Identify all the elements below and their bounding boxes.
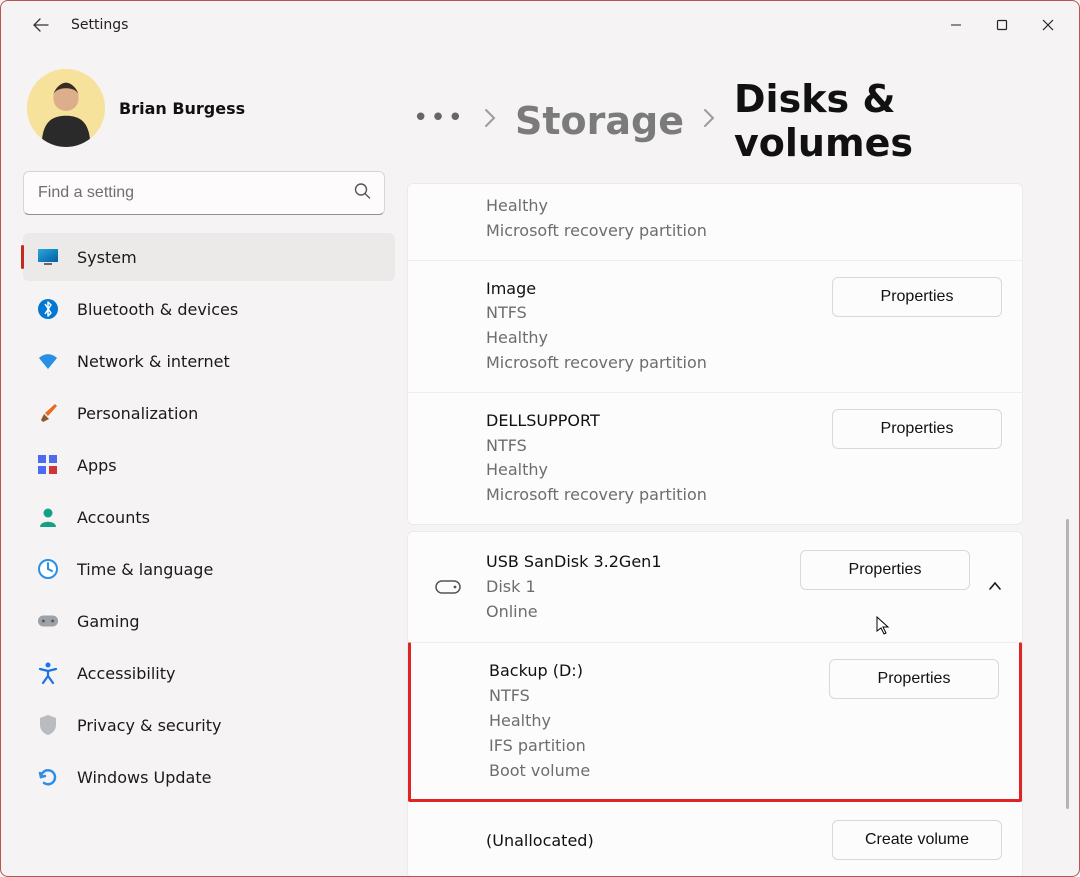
volume-row-partial: Healthy Microsoft recovery partition bbox=[408, 184, 1022, 260]
disk0-volumes-panel: Healthy Microsoft recovery partition Ima… bbox=[407, 183, 1023, 525]
gamepad-icon bbox=[37, 610, 59, 632]
breadcrumb-parent[interactable]: Storage bbox=[515, 99, 684, 143]
search-field[interactable] bbox=[23, 171, 385, 215]
minimize-icon bbox=[950, 19, 962, 31]
disk1-panel: USB SanDisk 3.2Gen1 Disk 1 Online Proper… bbox=[407, 531, 1023, 876]
bluetooth-icon bbox=[37, 298, 59, 320]
volume-status: Healthy bbox=[486, 458, 832, 483]
sidebar-item-label: Time & language bbox=[77, 560, 213, 579]
chevron-right-icon bbox=[483, 106, 497, 136]
create-volume-button[interactable]: Create volume bbox=[832, 820, 1002, 860]
close-button[interactable] bbox=[1025, 9, 1071, 41]
sidebar-item-privacy[interactable]: Privacy & security bbox=[23, 701, 395, 749]
disk-model: USB SanDisk 3.2Gen1 bbox=[486, 550, 782, 575]
clock-globe-icon bbox=[37, 558, 59, 580]
profile-block[interactable]: Brian Burgess bbox=[23, 69, 385, 147]
sidebar-item-label: Bluetooth & devices bbox=[77, 300, 238, 319]
sidebar-item-label: Accounts bbox=[77, 508, 150, 527]
properties-button[interactable]: Properties bbox=[832, 277, 1002, 317]
scrollbar-thumb[interactable] bbox=[1066, 519, 1069, 809]
sidebar-item-gaming[interactable]: Gaming bbox=[23, 597, 395, 645]
sidebar-item-network[interactable]: Network & internet bbox=[23, 337, 395, 385]
volume-type-desc: Microsoft recovery partition bbox=[486, 219, 1002, 244]
person-icon bbox=[37, 506, 59, 528]
volume-type-desc: Microsoft recovery partition bbox=[486, 483, 832, 508]
sidebar-item-bluetooth[interactable]: Bluetooth & devices bbox=[23, 285, 395, 333]
volume-status: Healthy bbox=[486, 326, 832, 351]
sidebar-item-system[interactable]: System bbox=[23, 233, 395, 281]
volume-status: Healthy bbox=[489, 709, 829, 734]
shield-icon bbox=[37, 714, 59, 736]
properties-button[interactable]: Properties bbox=[832, 409, 1002, 449]
volume-row-backup-highlighted: Backup (D:) NTFS Healthy IFS partition B… bbox=[408, 642, 1022, 802]
volume-fs: NTFS bbox=[486, 434, 832, 459]
sidebar-item-accessibility[interactable]: Accessibility bbox=[23, 649, 395, 697]
volume-name: Backup (D:) bbox=[489, 659, 829, 684]
sidebar-item-label: Personalization bbox=[77, 404, 198, 423]
sidebar-item-personalization[interactable]: Personalization bbox=[23, 389, 395, 437]
wifi-icon bbox=[37, 350, 59, 372]
unallocated-label: (Unallocated) bbox=[486, 831, 832, 850]
maximize-icon bbox=[996, 19, 1008, 31]
apps-icon bbox=[37, 454, 59, 476]
chevron-right-icon bbox=[702, 106, 716, 136]
properties-button[interactable]: Properties bbox=[829, 659, 999, 699]
disk-icon bbox=[428, 580, 468, 594]
breadcrumb: ••• Storage Disks & volumes bbox=[407, 77, 1045, 165]
close-icon bbox=[1042, 19, 1054, 31]
sidebar-item-label: System bbox=[77, 248, 137, 267]
sidebar-item-label: Gaming bbox=[77, 612, 140, 631]
volume-row-dellsupport: DELLSUPPORT NTFS Healthy Microsoft recov… bbox=[408, 392, 1022, 524]
disk1-header[interactable]: USB SanDisk 3.2Gen1 Disk 1 Online Proper… bbox=[408, 532, 1022, 642]
system-icon bbox=[37, 246, 59, 268]
back-button[interactable] bbox=[23, 7, 59, 43]
volume-type-desc: IFS partition bbox=[489, 734, 829, 759]
accessibility-icon bbox=[37, 662, 59, 684]
sidebar-item-label: Network & internet bbox=[77, 352, 230, 371]
maximize-button[interactable] bbox=[979, 9, 1025, 41]
sidebar-item-label: Accessibility bbox=[77, 664, 175, 683]
brush-icon bbox=[37, 402, 59, 424]
minimize-button[interactable] bbox=[933, 9, 979, 41]
volume-extra: Boot volume bbox=[489, 759, 829, 784]
search-input[interactable] bbox=[23, 171, 385, 215]
sidebar-item-label: Privacy & security bbox=[77, 716, 221, 735]
disk-id: Disk 1 bbox=[486, 575, 782, 600]
sidebar-item-windows-update[interactable]: Windows Update bbox=[23, 753, 395, 801]
volume-row-unallocated: (Unallocated) Create volume bbox=[408, 802, 1022, 876]
volume-fs: NTFS bbox=[489, 684, 829, 709]
sidebar-item-label: Apps bbox=[77, 456, 117, 475]
disk-properties-button[interactable]: Properties bbox=[800, 550, 970, 590]
sidebar-item-label: Windows Update bbox=[77, 768, 211, 787]
volume-name: Image bbox=[486, 277, 832, 302]
update-icon bbox=[37, 766, 59, 788]
sidebar-item-time-language[interactable]: Time & language bbox=[23, 545, 395, 593]
sidebar-item-accounts[interactable]: Accounts bbox=[23, 493, 395, 541]
sidebar-item-apps[interactable]: Apps bbox=[23, 441, 395, 489]
app-title: Settings bbox=[71, 17, 128, 33]
volume-fs: NTFS bbox=[486, 301, 832, 326]
profile-name: Brian Burgess bbox=[119, 99, 245, 118]
page-title: Disks & volumes bbox=[734, 77, 1045, 165]
search-icon bbox=[354, 183, 371, 204]
volume-type-desc: Microsoft recovery partition bbox=[486, 351, 832, 376]
volume-status: Healthy bbox=[486, 194, 1002, 219]
avatar bbox=[27, 69, 105, 147]
breadcrumb-more-button[interactable]: ••• bbox=[413, 103, 465, 139]
collapse-toggle[interactable] bbox=[988, 578, 1002, 597]
volume-row-image: Image NTFS Healthy Microsoft recovery pa… bbox=[408, 260, 1022, 392]
disk-state: Online bbox=[486, 600, 782, 625]
back-arrow-icon bbox=[33, 17, 49, 33]
volume-name: DELLSUPPORT bbox=[486, 409, 832, 434]
chevron-up-icon bbox=[988, 579, 1002, 593]
